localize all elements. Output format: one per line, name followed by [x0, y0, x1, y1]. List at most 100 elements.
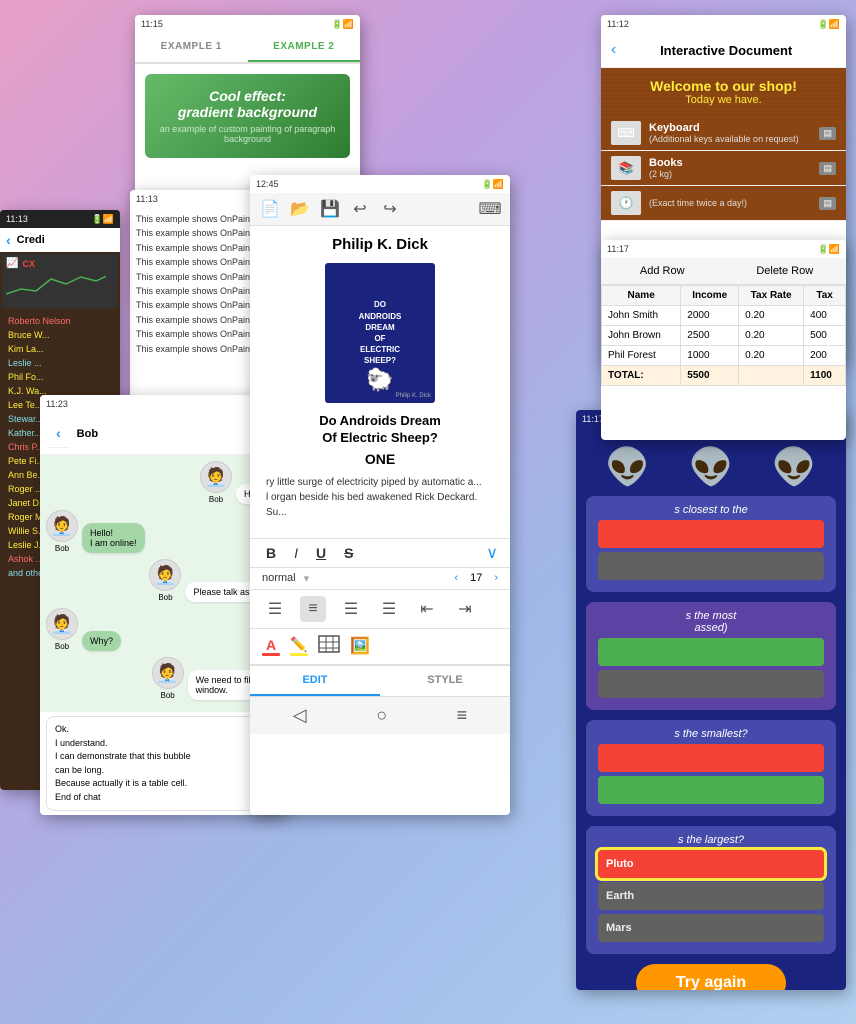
open-file-icon[interactable]: 📂: [288, 197, 312, 221]
tab-edit[interactable]: EDIT: [250, 666, 380, 696]
col-tax-rate: Tax Rate: [739, 286, 804, 306]
back-icon[interactable]: ‹: [6, 232, 11, 248]
clock-item-icon: 🕐: [611, 191, 641, 215]
quiz-q3: s the smallest?: [586, 720, 836, 816]
gradient-desc: an example of custom painting of paragra…: [155, 124, 340, 144]
back-btn[interactable]: ‹: [48, 419, 69, 448]
align-justify-btn[interactable]: ☰: [376, 596, 402, 622]
nav-back-icon-wp[interactable]: ◁: [293, 705, 307, 726]
alien-icon-2: 👽: [689, 446, 734, 488]
more-fmt-btn[interactable]: ∨: [486, 543, 498, 563]
quiz-q1: s closest to the: [586, 496, 836, 592]
redo-icon[interactable]: ↪: [378, 197, 402, 221]
wp-content: Philip K. Dick DOANDROIDSDREAMOFELECTRIC…: [250, 226, 510, 538]
status-icons-7: 🔋📶: [818, 244, 840, 255]
nav-home-icon-wp[interactable]: ○: [376, 705, 387, 726]
q2-ans1[interactable]: [598, 638, 824, 666]
keyboard-icon[interactable]: ⌨: [478, 197, 502, 221]
clock-price: ▤: [819, 197, 836, 210]
dropdown-arrow-icon[interactable]: ▾: [304, 572, 310, 585]
status-bar-7: 11:17 🔋📶: [601, 240, 846, 258]
col-name: Name: [602, 286, 681, 306]
doc-item-books: 📚 Books (2 kg) ▤: [601, 151, 846, 186]
status-icons-1: 🔋📶: [332, 19, 354, 30]
time-4: 11:23: [46, 399, 68, 409]
q3-ans1[interactable]: [598, 744, 824, 772]
avatar-bob-4: 🧑‍💼: [46, 608, 78, 640]
tab-example2[interactable]: EXAMPLE 2: [248, 33, 361, 62]
bold-btn[interactable]: B: [262, 543, 280, 563]
books-price: ▤: [819, 162, 836, 175]
avatar-name-bob-3: Bob: [158, 593, 172, 602]
keyboard-desc: (Additional keys available on request): [649, 134, 799, 144]
align-right-btn[interactable]: ☰: [338, 596, 364, 622]
table-row[interactable]: John Smith 2000 0.20 400: [602, 306, 846, 326]
q4-ans-earth[interactable]: Earth: [598, 882, 824, 910]
q1-ans1[interactable]: [598, 520, 824, 548]
contact-kim[interactable]: Kim La...: [4, 342, 116, 356]
strikethrough-btn[interactable]: S: [340, 543, 357, 563]
contact-roberto[interactable]: Roberto Nelson: [4, 314, 116, 328]
time-1: 11:15: [141, 19, 163, 29]
cell-income: 1000: [681, 346, 739, 366]
doc-title: Interactive Document: [616, 43, 836, 58]
doc-welcome: Welcome to our shop! Today we have.: [601, 68, 846, 116]
screen-quiz: 11:17 🔋📶 👽 👽 👽 s closest to the s the mo…: [576, 410, 846, 990]
gradient-title: Cool effect: gradient background: [155, 88, 340, 120]
q3-text: s the smallest?: [598, 728, 824, 740]
avatar-bob-2: 🧑‍💼: [46, 510, 78, 542]
new-file-icon[interactable]: 📄: [258, 197, 282, 221]
status-bar-1: 11:15 🔋📶: [135, 15, 360, 33]
q3-ans2[interactable]: [598, 776, 824, 804]
table-btn[interactable]: [318, 635, 340, 658]
increase-size-btn[interactable]: ›: [494, 572, 498, 584]
q4-ans-mars[interactable]: Mars: [598, 914, 824, 942]
col-tax: Tax: [804, 286, 846, 306]
col-income: Income: [681, 286, 739, 306]
avatar-name-bob-5: Bob: [161, 691, 175, 700]
msg-hello-right: Hello! 🧑‍💼 Bob: [46, 461, 279, 504]
bubble-online: Hello!I am online!: [82, 523, 145, 553]
nav-menu-icon-wp[interactable]: ≡: [457, 705, 468, 726]
tab-example1[interactable]: EXAMPLE 1: [135, 33, 248, 62]
indent-left-btn[interactable]: ⇤: [414, 596, 440, 622]
q4-ans-pluto[interactable]: Pluto: [598, 850, 824, 878]
status-bar-6: 11:12 🔋📶: [601, 15, 846, 33]
contact-leslie1[interactable]: Leslie ...: [4, 356, 116, 370]
tab-style[interactable]: STYLE: [380, 666, 510, 696]
avatar-bob-1: 🧑‍💼: [200, 461, 232, 493]
body-text: ry little surge of electricity piped by …: [266, 475, 494, 520]
tabs-bar: EXAMPLE 1 EXAMPLE 2: [135, 33, 360, 64]
delete-row-button[interactable]: Delete Row: [724, 258, 847, 284]
underline-btn[interactable]: U: [312, 543, 330, 563]
add-row-button[interactable]: Add Row: [601, 258, 724, 284]
contact-bruce[interactable]: Bruce W...: [4, 328, 116, 342]
decrease-size-btn[interactable]: ‹: [454, 572, 458, 584]
italic-btn[interactable]: I: [290, 543, 302, 563]
highlight-btn[interactable]: ✏️: [290, 636, 308, 656]
font-size-value: 17: [470, 572, 482, 584]
book-title: Do Androids Dream Of Electric Sheep?: [266, 413, 494, 447]
books-desc: (2 kg): [649, 169, 683, 179]
status-icons-3: 🔋📶: [92, 214, 114, 225]
save-icon[interactable]: 💾: [318, 197, 342, 221]
alien-row-top: 👽 👽 👽: [586, 446, 836, 488]
contact-phil[interactable]: Phil Fo...: [4, 370, 116, 384]
clock-desc: (Exact time twice a day!): [649, 198, 747, 208]
align-left-btn[interactable]: ☰: [262, 596, 288, 622]
table-row[interactable]: John Brown 2500 0.20 500: [602, 326, 846, 346]
status-bar-3: 11:13 🔋📶: [0, 210, 120, 228]
screen-data-table: 11:17 🔋📶 Add Row Delete Row Name Income …: [601, 240, 846, 440]
indent-right-btn[interactable]: ⇥: [452, 596, 478, 622]
text-color-btn[interactable]: A: [262, 637, 280, 656]
time-5: 12:45: [256, 179, 279, 189]
screen-chat: 11:23 🔋📶 ‹ Bob Hello! 🧑‍💼 Bob 🧑‍💼 Bob He…: [40, 395, 285, 815]
try-again-button[interactable]: Try again: [636, 964, 786, 990]
image-btn[interactable]: 🖼️: [350, 636, 370, 656]
align-center-btn[interactable]: ≡: [300, 596, 326, 622]
table-row[interactable]: Phil Forest 1000 0.20 200: [602, 346, 846, 366]
q1-ans2[interactable]: [598, 552, 824, 580]
q2-ans2[interactable]: [598, 670, 824, 698]
data-table: Name Income Tax Rate Tax John Smith 2000…: [601, 285, 846, 386]
undo-icon[interactable]: ↩: [348, 197, 372, 221]
